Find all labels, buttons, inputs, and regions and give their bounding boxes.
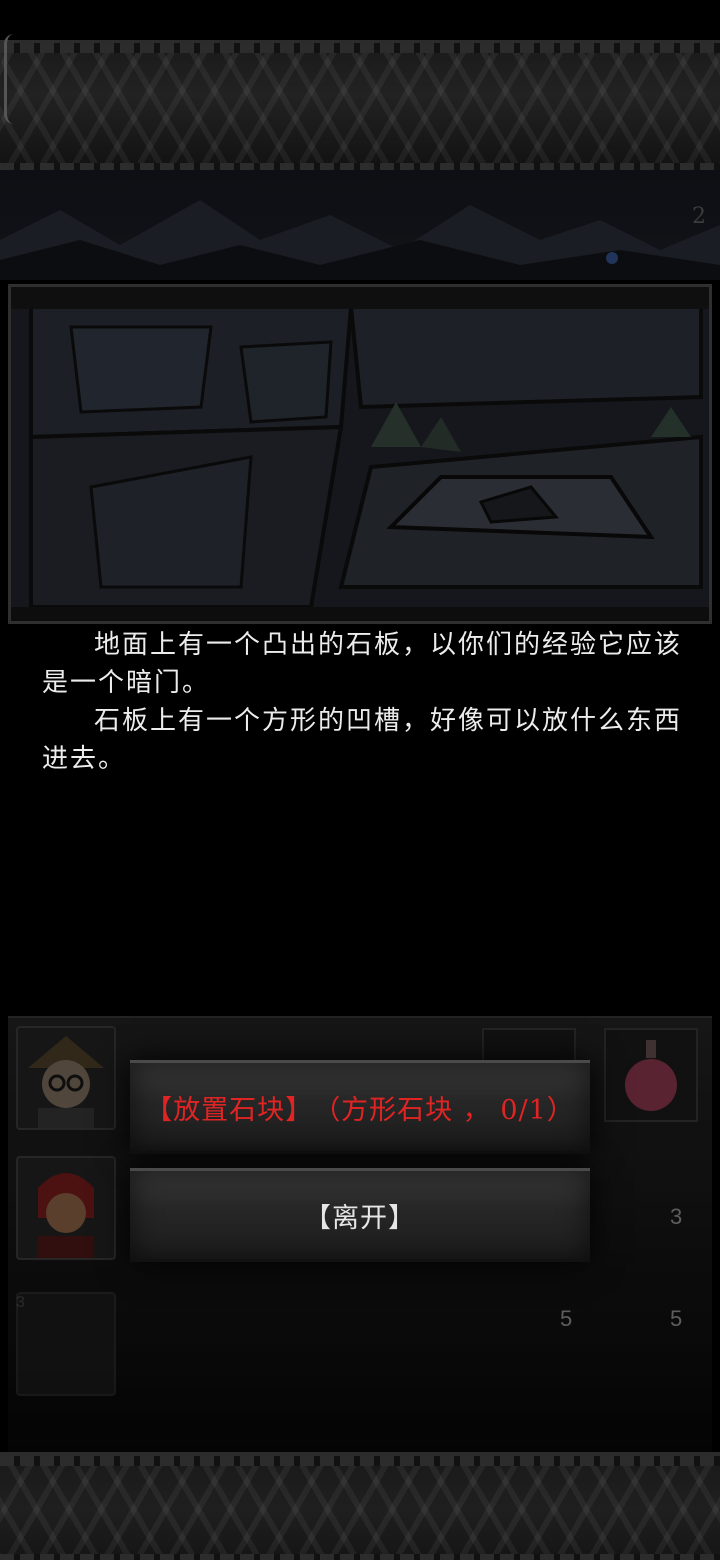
top-ornament-border xyxy=(0,40,720,177)
left-bracket-decoration xyxy=(4,34,17,124)
potion-slot[interactable] xyxy=(604,1028,698,1122)
place-stone-requirement: （方形石块 ， 0/1） xyxy=(313,1094,575,1126)
item-count: 5 xyxy=(560,1306,573,1331)
item-count: 3 xyxy=(670,1204,683,1229)
leave-label: 【离开】 xyxy=(304,1202,416,1234)
scene-illustration xyxy=(8,284,712,624)
corner-number: 2 xyxy=(692,204,706,229)
place-stone-label: 【放置石块】 xyxy=(145,1094,314,1126)
hero-portrait-3 xyxy=(16,1292,116,1396)
leave-choice-button[interactable]: 【离开】 xyxy=(130,1168,590,1262)
place-stone-choice-button[interactable]: 【放置石块】 （方形石块 ， 0/1） xyxy=(130,1060,590,1154)
event-narrative: 地面上有一个凸出的石板，以你们的经验它应该是一个暗门。 石板上有一个方形的凹槽，… xyxy=(42,626,684,778)
narrative-paragraph: 石板上有一个方形的凹槽，好像可以放什么东西进去。 xyxy=(42,706,683,774)
item-count: 5 xyxy=(670,1306,683,1331)
hero-portrait-1 xyxy=(16,1026,116,1130)
bottom-ornament-border xyxy=(0,1452,720,1560)
landscape-strip xyxy=(0,170,720,280)
hero-portrait-2 xyxy=(16,1156,116,1260)
game-screen: 2 地面上有一个凸出的石板，以你们的经验它应该是一个暗门。 石板上有一个方形的凹… xyxy=(0,0,720,1560)
narrative-paragraph: 地面上有一个凸出的石板，以你们的经验它应该是一个暗门。 xyxy=(42,630,683,698)
